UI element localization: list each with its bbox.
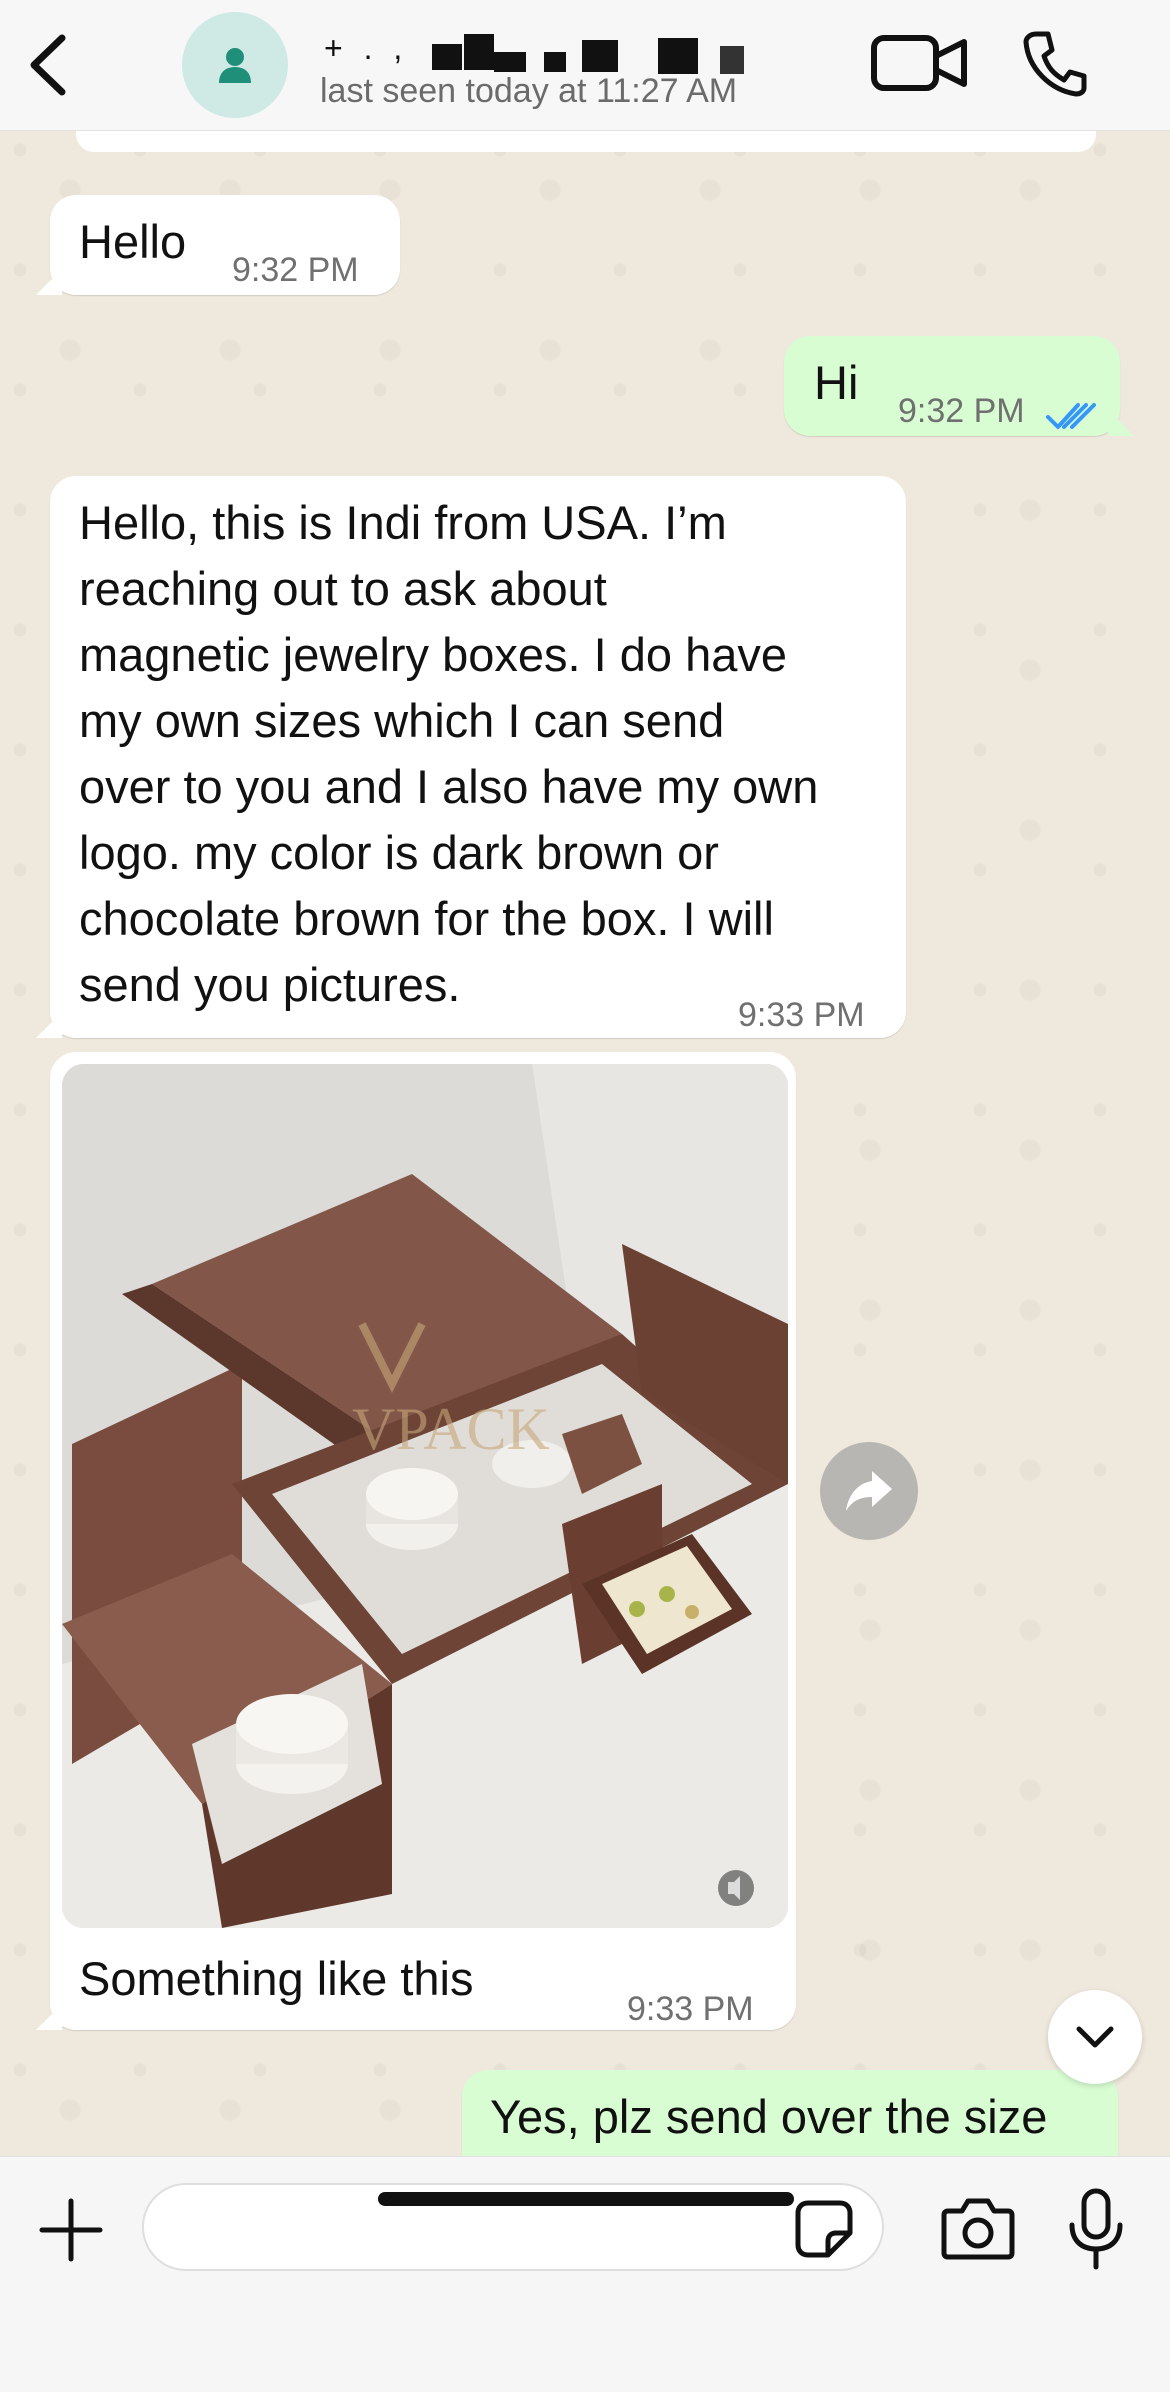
bubble-tail xyxy=(36,1012,62,1038)
message-time: 9:32 PM xyxy=(898,392,1025,430)
forward-button[interactable] xyxy=(820,1442,918,1540)
message-text: Hi xyxy=(814,356,859,409)
last-seen-status: last seen today at 11:27 AM xyxy=(320,72,738,110)
redaction-block xyxy=(432,44,462,70)
incoming-video-message[interactable]: VPACK Something like this 9:33 PM xyxy=(36,1052,796,2030)
message-text: Hello, this is Indi from USA. I’m reachi… xyxy=(79,496,819,1011)
incoming-message[interactable]: Hello, this is Indi from USA. I’m reachi… xyxy=(36,476,906,1038)
home-indicator[interactable] xyxy=(378,2192,794,2206)
chevron-down-icon xyxy=(1076,2026,1114,2048)
redaction-block xyxy=(544,52,566,72)
contact-avatar-icon[interactable] xyxy=(182,12,288,118)
forward-arrow-icon xyxy=(846,1471,892,1511)
message-time: 9:33 PM xyxy=(627,1990,754,2028)
scroll-to-bottom-button[interactable] xyxy=(1048,1990,1142,2084)
redaction-block xyxy=(494,52,526,72)
incoming-message[interactable]: Hello 9:32 PM xyxy=(36,195,400,295)
chat-header: + . , last seen today at 11:27 AM xyxy=(0,0,1170,131)
message-text: Yes, plz send over the size xyxy=(490,2090,1048,2143)
watermark-text: VPACK xyxy=(352,1396,550,1462)
redaction-block xyxy=(464,34,494,70)
contact-name-text: + . , xyxy=(324,30,409,66)
plus-icon[interactable] xyxy=(38,2197,104,2263)
video-caption: Something like this xyxy=(79,1952,474,2005)
message-time: 9:33 PM xyxy=(738,996,865,1034)
video-call-icon[interactable] xyxy=(870,30,970,96)
voice-call-icon[interactable] xyxy=(1022,28,1088,98)
redaction-block xyxy=(720,46,744,74)
redaction-block xyxy=(658,38,698,74)
bubble-tail xyxy=(1108,410,1134,436)
read-receipt-icon xyxy=(1046,382,1098,448)
microphone-icon[interactable] xyxy=(1066,2187,1126,2271)
video-thumbnail[interactable]: VPACK xyxy=(62,1064,788,1928)
redaction-block xyxy=(582,40,618,72)
sticker-icon[interactable] xyxy=(794,2199,854,2259)
message-text: Hello xyxy=(79,215,187,268)
back-chevron-icon[interactable] xyxy=(20,30,80,100)
camera-icon[interactable] xyxy=(940,2195,1016,2261)
outgoing-message[interactable]: Hi 9:32 PM xyxy=(784,336,1134,436)
bubble-tail xyxy=(36,2004,62,2030)
message-time: 9:32 PM xyxy=(232,251,359,289)
bubble-tail xyxy=(36,269,62,295)
